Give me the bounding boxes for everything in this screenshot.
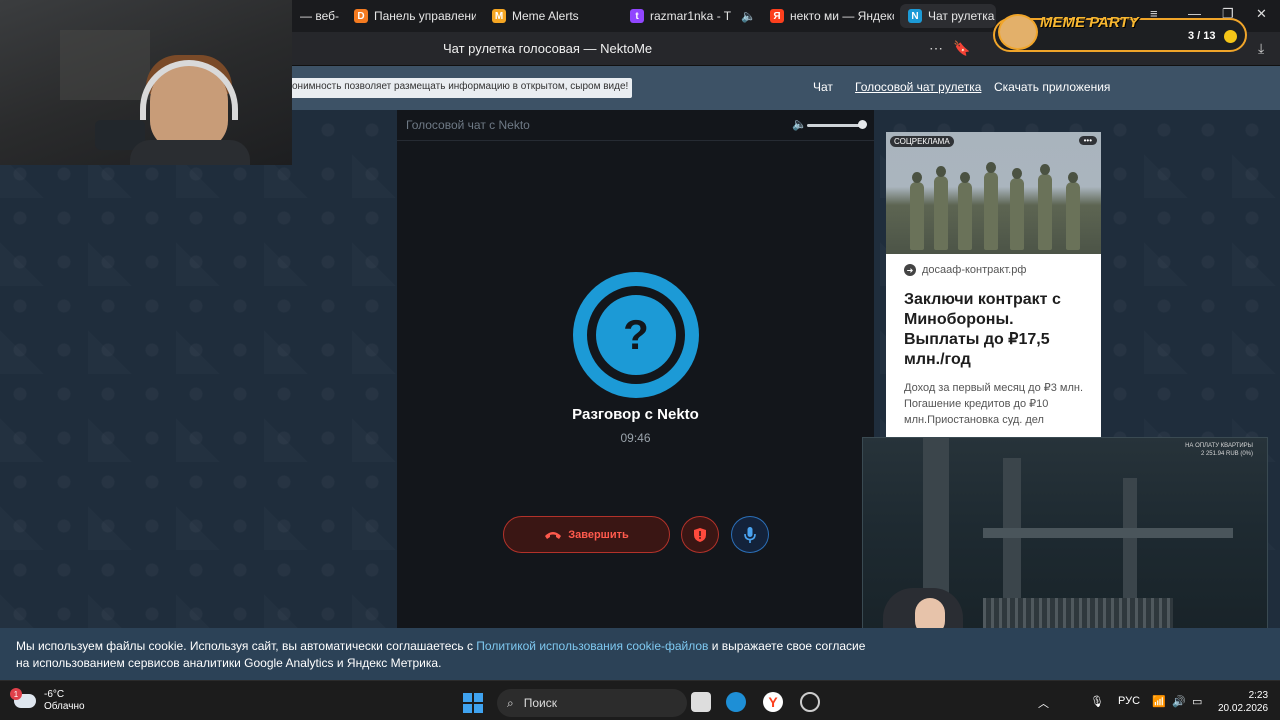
doge-icon [998,14,1038,50]
donationalerts-icon: D [354,9,368,23]
streamer-webcam [0,0,292,165]
meme-party-count: 3 / 13 [1188,30,1216,42]
obs-icon[interactable] [800,692,820,712]
arrow-right-icon: ➜ [904,264,916,276]
nav-chat[interactable]: Чат [813,80,833,94]
anonymous-avatar: ? [573,272,699,398]
call-title: Разговор с Nekto [572,406,699,423]
search-label: Поиск [523,696,557,710]
end-call-label: Завершить [568,528,629,541]
microphone-tray-icon[interactable]: 🎙 [1090,695,1104,708]
ad-badge: СОЦРЕКЛАМА [890,136,954,147]
volume-tray-icon[interactable]: 🔊 [1172,695,1186,708]
search-icon: ⌕ [507,695,514,710]
yandex-browser-icon[interactable]: Y [763,692,783,712]
taskbar: 1 -6°C Облачно ⌕ Поиск Y ︿ 🎙 РУС 📶 🔊 ▭ 2… [0,680,1280,720]
ad-menu-icon[interactable]: ••• [1078,136,1097,145]
weather-condition: Облачно [44,701,85,712]
ad-card[interactable]: СОЦРЕКЛАМА ••• ➜ досааф-контракт.рф Закл… [886,132,1101,438]
end-call-button[interactable]: Завершить [503,516,670,553]
shield-icon [694,527,706,542]
ad-headline[interactable]: Заключи контракт с Минобороны. Выплаты д… [904,290,1084,370]
bookmark-icon[interactable]: 🔖 [953,40,970,57]
twitch-icon: t [630,9,644,23]
call-timer: 09:46 [620,431,651,445]
page-title[interactable]: Чат рулетка голосовая — NektoMe [443,41,652,56]
wifi-icon[interactable]: 📶 [1152,695,1166,708]
coin-icon [1224,30,1237,43]
tab-nekto[interactable]: N Чат рулетка го [900,4,996,28]
voice-chat-panel: Голосовой чат с Nekto 🔈 ? Разговор с Nek… [397,110,874,630]
nav-download-apps[interactable]: Скачать приложения [994,80,1110,94]
notice-banner: онимность позволяет размещать информацию… [288,78,633,98]
tab-yandex-search[interactable]: Я некто ми — Яндекс [762,4,894,28]
ad-domain[interactable]: ➜ досааф-контракт.рф [904,264,1026,276]
tab-title: Meme Alerts [512,9,579,23]
game-hud: НА ОПЛАТУ КВАРТИРЫ 2 251.94 RUB (0%) [1185,443,1253,457]
tab-title: — веб- [300,9,339,23]
screen: — веб- D Панель управления M Meme Alerts… [0,0,1280,720]
cloud-icon: 1 [10,688,36,708]
tab-title: razmar1nka - T [650,9,732,23]
notification-badge: 1 [10,688,22,700]
cookie-banner: Мы используем файлы cookie. Используя са… [0,628,1280,680]
taskbar-search[interactable]: ⌕ Поиск [497,689,687,717]
volume-icon[interactable]: 🔈 [792,117,807,131]
meme-party-title: MEME PARTY [1040,14,1139,31]
meme-alerts-icon: M [492,9,506,23]
battery-icon[interactable]: ▭ [1192,695,1202,708]
yandex-icon: Я [770,9,784,23]
cookie-text: Мы используем файлы cookie. Используя са… [16,639,866,670]
volume-slider[interactable] [807,124,865,127]
tab-meme-alerts[interactable]: M Meme Alerts [484,4,614,28]
chevron-up-icon[interactable]: ︿ [1038,695,1049,711]
report-button[interactable] [681,516,719,553]
more-options-icon[interactable]: ⋯ [929,40,943,57]
tab-web[interactable]: — веб- [292,4,340,28]
download-icon[interactable]: ⤓ [1258,40,1264,57]
ad-image[interactable] [886,132,1101,254]
weather-temp: -6°C [44,689,65,700]
weather-widget[interactable]: 1 -6°C Облачно [10,688,85,713]
tab-title: Панель управления [374,9,476,23]
microphone-icon [744,526,756,543]
hang-up-icon [545,531,562,539]
edge-icon[interactable] [726,692,746,712]
windows-start-icon[interactable] [463,693,483,713]
file-explorer-icon[interactable] [691,692,711,712]
cookie-policy-link[interactable]: Политикой использования cookie-файлов [476,639,708,653]
speaker-icon[interactable]: 🔈 [741,9,754,23]
system-clock[interactable]: 2:23 20.02.2026 [1218,689,1268,715]
language-indicator[interactable]: РУС [1118,695,1140,707]
tab-twitch[interactable]: t razmar1nka - T 🔈 ✕ [622,4,754,28]
question-mark-icon: ? [623,311,649,358]
ad-text: Доход за первый месяц до ₽3 млн. Погашен… [904,382,1084,426]
tab-title: некто ми — Яндекс [790,9,894,23]
ad-domain-text: досааф-контракт.рф [922,264,1027,276]
nav-voice-chat[interactable]: Голосовой чат рулетка [855,80,981,94]
tab-donation-panel[interactable]: D Панель управления [346,4,476,28]
panel-title: Голосовой чат с Nekto [406,118,530,132]
volume-slider-handle[interactable] [857,120,867,129]
panel-header: Голосовой чат с Nekto 🔈 [397,110,874,141]
tab-title: Чат рулетка го [928,9,996,23]
microphone-button[interactable] [731,516,769,553]
nekto-icon: N [908,9,922,23]
close-window-icon[interactable]: ✕ [1256,6,1267,22]
